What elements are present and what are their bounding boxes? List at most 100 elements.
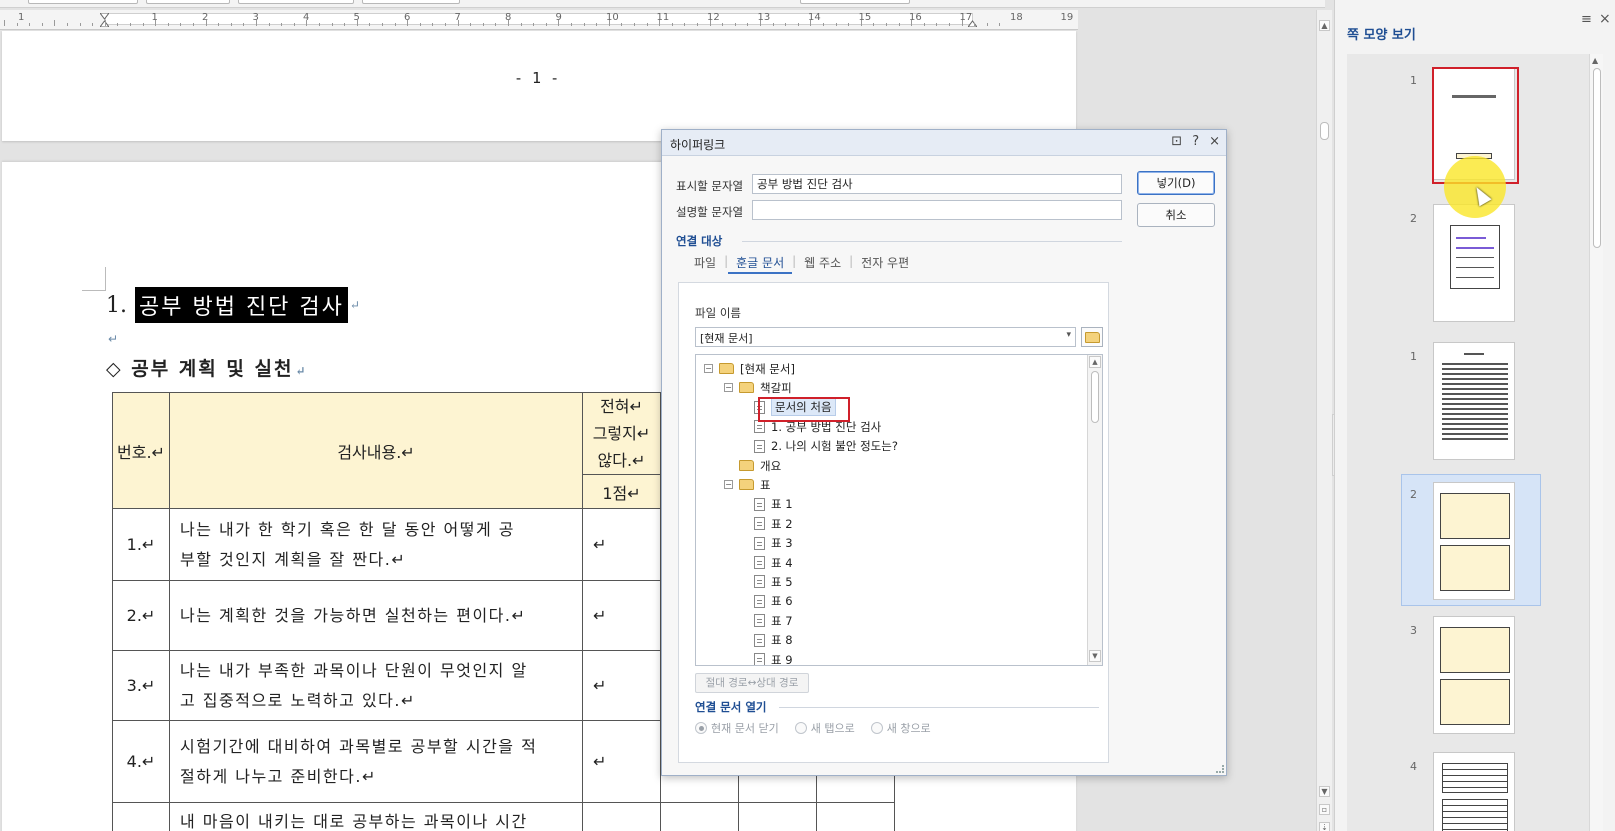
scroll-down-icon[interactable]: ▼ xyxy=(1319,786,1330,797)
ruler-tick xyxy=(734,23,736,26)
panel-menu-icon[interactable]: ≡ xyxy=(1581,12,1592,27)
tree-folder[interactable]: − 표 xyxy=(724,475,771,494)
horizontal-ruler[interactable]: 1 1 2 3 4 5 6 7 8 9 10 11 12 13 14 15 16 17 18 19 xyxy=(0,10,1078,30)
chevron-down-icon[interactable]: ▾ xyxy=(1066,330,1071,340)
page-number: - 1 - xyxy=(514,69,560,87)
close-icon[interactable]: × xyxy=(1599,11,1611,27)
row-value[interactable]: ↵ xyxy=(582,580,661,651)
hyperlink-dialog[interactable]: 하이퍼링크 ⊡ ? × 표시할 문자열 설명할 문자열 넣기(D) 취소 연결 … xyxy=(661,129,1227,776)
tree-scrollbar[interactable]: ▲ ▼ xyxy=(1087,355,1102,665)
tree-item[interactable]: 2. 나의 시험 불안 정도는? xyxy=(754,437,898,456)
tab-web-address[interactable]: 웹 주소 xyxy=(796,254,849,274)
scrollbar-thumb[interactable] xyxy=(1320,122,1329,140)
radio-new-tab[interactable]: 새 탭으로 xyxy=(794,720,855,736)
tree-item[interactable]: 표 7 xyxy=(754,611,793,630)
tree-item[interactable]: 표 6 xyxy=(754,592,793,611)
row-cell[interactable] xyxy=(582,802,661,831)
ruler-tick xyxy=(369,23,371,26)
tab-email[interactable]: 전자 우편 xyxy=(853,254,917,274)
table-row[interactable]: 내 마음이 내키는 대로 공부하는 과목이나 시간 xyxy=(112,802,895,831)
document-tree[interactable]: ▲ ▼ − [현재 문서] − 책갈피 문서의 처음 1. 공부 방법 진단 검사 2. 나… xyxy=(695,354,1103,666)
toolbar-combo[interactable] xyxy=(800,0,910,4)
display-text-input[interactable] xyxy=(752,174,1122,194)
toolbar-combo[interactable] xyxy=(238,0,354,4)
ruler-active-area xyxy=(105,13,973,25)
thumbnail-image[interactable] xyxy=(1433,204,1515,322)
description-input[interactable] xyxy=(752,200,1122,220)
cancel-button[interactable]: 취소 xyxy=(1137,203,1215,227)
thumbnail-scrollbar[interactable]: ▲ xyxy=(1589,54,1603,831)
row-content[interactable]: 내 마음이 내키는 대로 공부하는 과목이나 시간 xyxy=(169,802,583,831)
close-icon[interactable]: × xyxy=(1209,134,1220,149)
tree-item[interactable]: 표 5 xyxy=(754,572,793,591)
toolbar-combo[interactable] xyxy=(28,0,138,4)
scrollbar-thumb[interactable] xyxy=(1091,371,1099,423)
thumbnail-image[interactable] xyxy=(1433,616,1515,734)
header-score-label[interactable]: 전혀↵ 그렇지↵ 않다.↵ xyxy=(582,392,661,475)
tree-folder[interactable]: − [현재 문서] xyxy=(704,359,795,378)
selected-text[interactable]: 공부 방법 진단 검사 xyxy=(135,287,348,323)
crop-mark xyxy=(82,267,106,291)
header-score[interactable]: 1점↵ xyxy=(582,474,661,509)
file-name-combo[interactable]: [현재 문서] ▾ xyxy=(695,327,1076,347)
help-icon[interactable]: ? xyxy=(1192,134,1199,149)
dialog-options-icon[interactable]: ⊡ xyxy=(1171,134,1182,149)
scroll-up-icon[interactable]: ▲ xyxy=(1592,56,1598,65)
tree-item[interactable]: 표 9 xyxy=(754,650,793,665)
header-content[interactable]: 검사내용.↵ xyxy=(169,392,583,509)
thumbnail-image[interactable] xyxy=(1433,752,1515,831)
page-nav-icon[interactable]: ▫ xyxy=(1319,804,1330,815)
ruler-tick xyxy=(533,23,535,26)
header-no[interactable]: 번호.↵ xyxy=(112,392,170,509)
insert-button[interactable]: 넣기(D) xyxy=(1137,171,1215,195)
next-page-icon[interactable]: ⇣ xyxy=(1319,822,1330,831)
heading-2[interactable]: ◇ 공부 계획 및 실천 ↵ xyxy=(106,354,308,381)
resize-grip[interactable] xyxy=(1216,765,1224,773)
row-value[interactable]: ↵ xyxy=(582,508,661,581)
row-content[interactable]: 나는 내가 한 학기 혹은 한 달 동안 어떻게 공 부할 것인지 계획을 잘 짠… xyxy=(169,508,583,581)
collapse-toggle-icon[interactable]: − xyxy=(704,364,713,373)
radio-new-window[interactable]: 새 창으로 xyxy=(870,720,931,736)
scroll-up-icon[interactable]: ▲ xyxy=(1319,20,1330,31)
scroll-down-icon[interactable]: ▼ xyxy=(1089,650,1101,662)
tree-item[interactable]: 표 1 xyxy=(754,495,793,514)
heading-1[interactable]: 1. 공부 방법 진단 검사 ↵ xyxy=(106,287,360,323)
row-content[interactable]: 시험기간에 대비하여 과목별로 공부할 시간을 적 절하게 나누고 준비한다.↵ xyxy=(169,720,583,803)
tree-item[interactable]: 표 2 xyxy=(754,514,793,533)
row-cell[interactable] xyxy=(738,802,817,831)
scrollbar-thumb[interactable] xyxy=(1593,68,1601,248)
dialog-titlebar[interactable]: 하이퍼링크 ⊡ ? × xyxy=(662,130,1226,156)
open-folder-button[interactable] xyxy=(1081,327,1103,347)
radio-close-current[interactable]: 현재 문서 닫기 xyxy=(695,720,779,736)
link-target-label: 연결 대상 xyxy=(676,234,723,248)
path-toggle-button[interactable]: 절대 경로↔상대 경로 xyxy=(695,673,809,693)
toolbar-combo[interactable] xyxy=(362,0,460,4)
thumbnail-label: 1 xyxy=(1410,350,1417,363)
tree-item[interactable]: 표 3 xyxy=(754,534,793,553)
tree-folder[interactable]: 개요 xyxy=(724,456,781,475)
combo-value: [현재 문서] xyxy=(700,332,753,345)
row-content[interactable]: 나는 내가 부족한 과목이나 단원이 무엇인지 알고 집중적으로 노력하고 있다… xyxy=(169,650,583,721)
row-value[interactable]: ↵ xyxy=(582,650,661,721)
row-cell[interactable] xyxy=(660,802,739,831)
thumbnail-label: 1 xyxy=(1410,74,1417,87)
tree-item[interactable]: 표 8 xyxy=(754,631,793,650)
toolbar-combo[interactable] xyxy=(146,0,230,4)
row-content[interactable]: 나는 계획한 것을 가능하면 실천하는 편이다.↵ xyxy=(169,580,583,651)
ruler-tick xyxy=(772,23,774,26)
collapse-toggle-icon[interactable]: − xyxy=(724,480,733,490)
tab-hangul-document[interactable]: 훈글 문서 xyxy=(728,254,793,274)
ruler-tick xyxy=(986,23,988,26)
row-value[interactable]: ↵ xyxy=(582,720,661,803)
collapse-toggle-icon[interactable]: − xyxy=(724,383,733,393)
tree-folder[interactable]: − 책갈피 xyxy=(724,378,792,397)
thumbnail-image[interactable] xyxy=(1433,482,1515,600)
document-scrollbar[interactable]: ▲ ▼ ▫ ⇣ xyxy=(1316,10,1332,831)
row-cell[interactable] xyxy=(816,802,895,831)
tab-file[interactable]: 파일 xyxy=(686,254,724,274)
tree-item[interactable]: 표 4 xyxy=(754,553,793,572)
radio-label: 새 창으로 xyxy=(886,722,931,735)
scroll-up-icon[interactable]: ▲ xyxy=(1089,356,1101,368)
ruler-tick xyxy=(571,23,572,26)
thumbnail-image[interactable] xyxy=(1433,342,1515,460)
